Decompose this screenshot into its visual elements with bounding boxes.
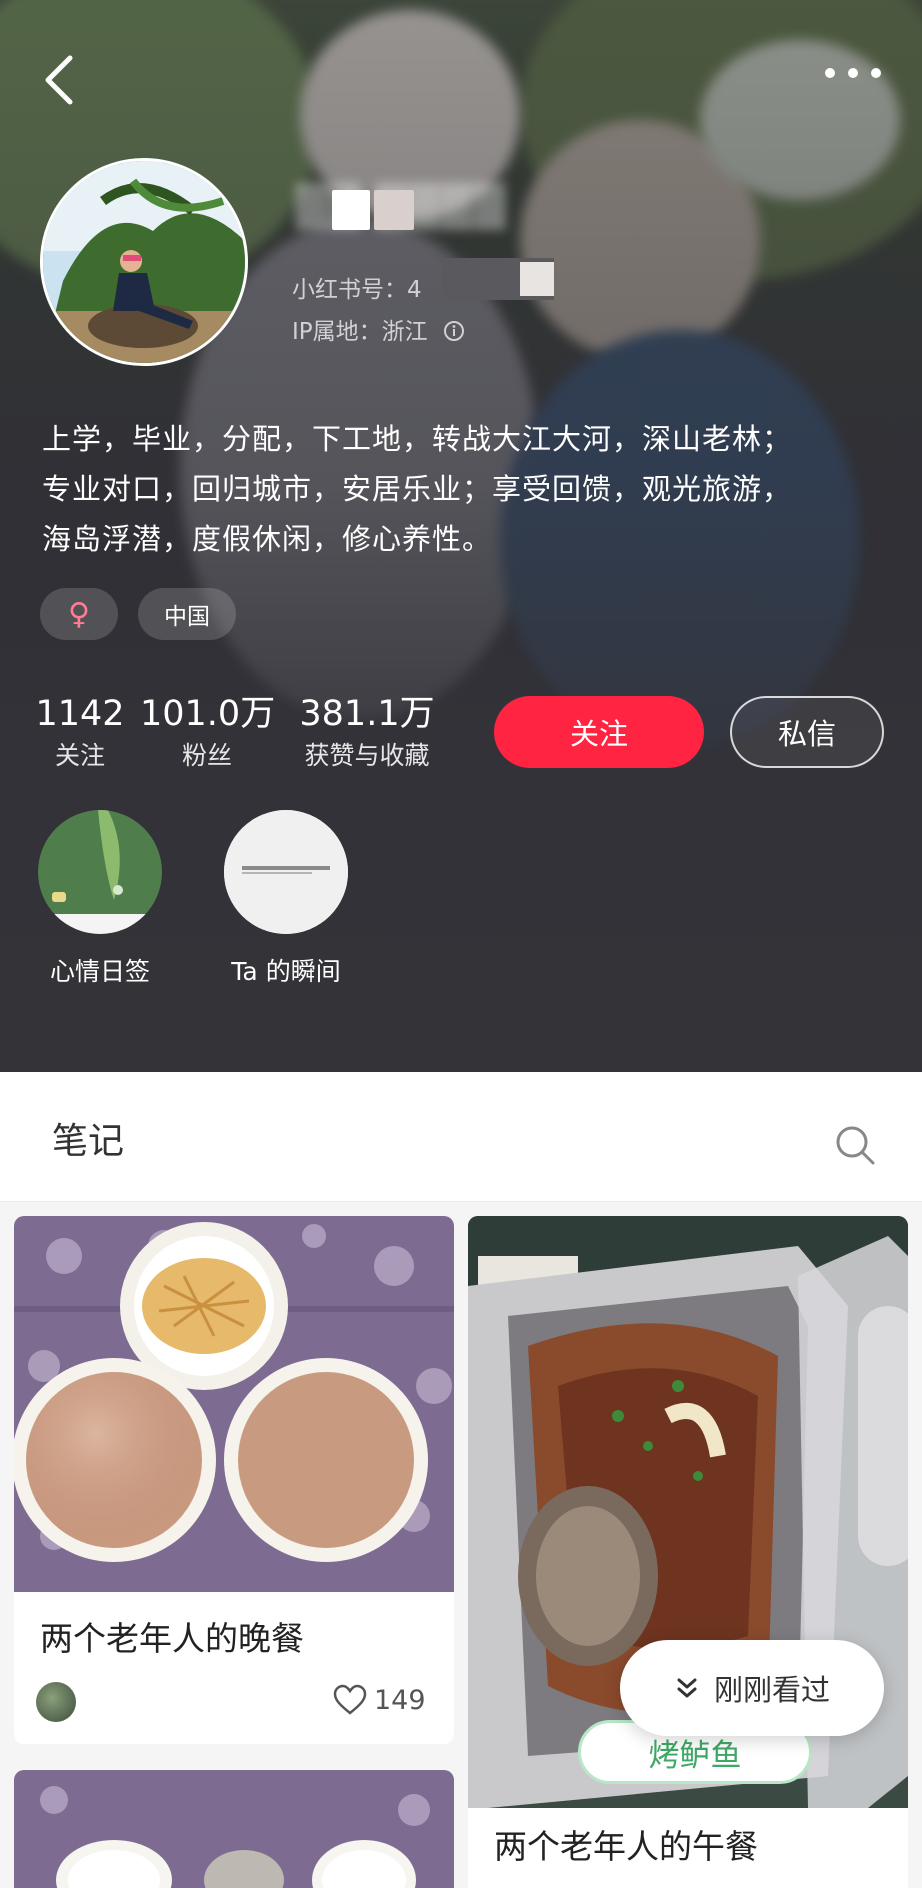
avatar-photo <box>43 161 245 363</box>
author-avatar[interactable] <box>36 1682 76 1722</box>
profile-bio: 上学，毕业，分配，下工地，转战大江大河，深山老林； 专业对口，回归城市，安居乐业… <box>42 414 892 564</box>
stat-value: 381.1万 <box>299 694 435 734</box>
note-cover-image <box>14 1770 454 1888</box>
story-mood-card[interactable]: 心情日签 <box>20 810 180 988</box>
story-thumbnail <box>38 810 162 934</box>
stat-label: 获赞与收藏 <box>304 741 430 770</box>
recently-viewed-label: 刚刚看过 <box>713 1673 830 1707</box>
story-label: Ta 的瞬间 <box>231 957 341 986</box>
notes-tab-bar: 笔记 <box>0 1072 922 1202</box>
tab-notes[interactable]: 笔记 <box>52 1112 124 1164</box>
story-thumbnail <box>224 810 348 934</box>
user-id-redaction-light <box>520 262 554 296</box>
story-label: 心情日签 <box>49 957 150 986</box>
user-id-line: 小红书号：4 <box>292 270 422 304</box>
like-count: 149 <box>374 1684 426 1716</box>
search-icon[interactable] <box>834 1124 876 1166</box>
note-card[interactable]: 两个老年人的午餐 <box>468 1216 908 1888</box>
more-options-button[interactable] <box>822 58 884 88</box>
stat-following[interactable]: 1142 关注 <box>34 692 126 776</box>
note-title: 两个老年人的晚餐 <box>40 1619 304 1658</box>
like-counter[interactable]: 149 <box>332 1684 426 1716</box>
food-tag-label: 烤鲈鱼 <box>648 1737 742 1774</box>
region-label: 中国 <box>164 604 210 630</box>
stat-value: 101.0万 <box>140 694 276 734</box>
bio-line: 上学，毕业，分配，下工地，转战大江大河，深山老林； <box>42 422 793 456</box>
double-chevron-down-icon <box>677 1678 697 1698</box>
ip-location-line: IP属地：浙江 <box>292 312 465 346</box>
follow-button[interactable]: 关注 <box>494 696 704 768</box>
back-button[interactable] <box>40 52 80 108</box>
avatar[interactable] <box>40 158 248 366</box>
note-cover-image <box>14 1216 454 1592</box>
more-dots-icon <box>825 68 881 78</box>
chevron-left-icon <box>45 55 73 105</box>
stat-likes-collections[interactable]: 381.1万 获赞与收藏 <box>292 692 442 776</box>
user-id-label: 小红书号：4 <box>292 277 422 303</box>
gender-tag: ♀ <box>40 588 118 640</box>
message-button[interactable]: 私信 <box>730 696 884 768</box>
note-title: 两个老年人的午餐 <box>494 1827 758 1866</box>
stat-label: 粉丝 <box>181 741 232 770</box>
user-name-redacted: ██ ████ <box>296 184 508 230</box>
stat-value: 1142 <box>35 694 125 734</box>
stat-followers[interactable]: 101.0万 粉丝 <box>140 692 276 776</box>
note-card[interactable] <box>14 1770 454 1888</box>
heart-icon <box>333 1684 367 1715</box>
info-icon[interactable] <box>443 320 465 342</box>
bio-line: 海岛浮潜，度假休闲，修心养性。 <box>42 522 493 556</box>
bio-line: 专业对口，回归城市，安居乐业；享受回馈，观光旅游， <box>42 472 793 506</box>
ip-location-label: IP属地：浙江 <box>292 319 428 345</box>
stat-label: 关注 <box>54 741 105 770</box>
female-icon: ♀ <box>68 596 90 632</box>
recently-viewed-button[interactable]: 刚刚看过 <box>620 1640 884 1736</box>
region-tag: 中国 <box>138 588 236 640</box>
story-moments-card[interactable]: Ta 的瞬间 <box>206 810 366 988</box>
note-card[interactable]: 两个老年人的晚餐 149 <box>14 1216 454 1744</box>
